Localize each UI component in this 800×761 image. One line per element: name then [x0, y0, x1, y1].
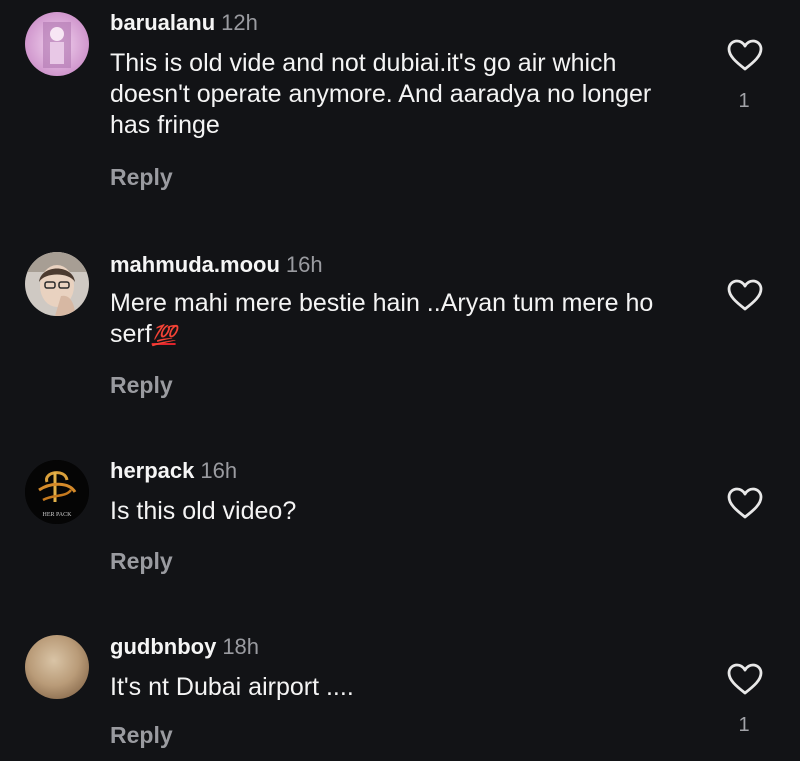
username[interactable]: gudbnboy — [110, 634, 216, 659]
comment-time: 12h — [221, 10, 258, 35]
comment-meta: herpack 16h — [110, 458, 237, 484]
comment-item: barualanu 12h This is old vide and not du… — [0, 0, 800, 220]
like-count: 1 — [738, 714, 750, 736]
comment-item: gudbnboy 18h It's nt Dubai airport .... R… — [0, 620, 800, 761]
reply-button[interactable]: Reply — [110, 164, 173, 191]
like-count: 1 — [738, 90, 750, 112]
username[interactable]: herpack — [110, 458, 194, 483]
comment-item: HER PACK herpack 16h Is this old video? R… — [0, 440, 800, 620]
user-avatar-icon — [25, 12, 89, 76]
reply-button[interactable]: Reply — [110, 548, 173, 575]
avatar[interactable] — [25, 12, 89, 76]
comment-meta: barualanu 12h — [110, 10, 258, 36]
comment-time: 16h — [285, 252, 323, 277]
comment-text: It's nt Dubai airport .... — [110, 673, 354, 701]
avatar[interactable] — [25, 635, 89, 699]
username[interactable]: barualanu — [110, 10, 215, 35]
comment-text: Is this old video? — [110, 497, 297, 525]
comment-time: 18h — [222, 634, 260, 659]
comment-meta: gudbnboy 18h — [110, 634, 259, 660]
comment-item: mahmuda.moou 16h Mere mahi mere bestie ha… — [0, 220, 800, 440]
comment-text: Mere mahi mere bestie hain ..Aryan tum m… — [110, 288, 690, 352]
user-avatar-icon — [25, 635, 89, 699]
user-avatar-icon — [25, 252, 89, 316]
heart-icon[interactable] — [726, 38, 764, 72]
reply-button[interactable]: Reply — [110, 722, 173, 749]
avatar[interactable]: HER PACK — [25, 460, 89, 524]
comment-meta: mahmuda.moou 16h — [110, 252, 323, 278]
brand-logo-text: HER PACK — [43, 512, 73, 518]
heart-icon[interactable] — [726, 278, 764, 312]
comment-time: 16h — [200, 458, 238, 483]
comment-text-content: Mere mahi mere bestie hain ..Aryan tum m… — [110, 289, 654, 348]
heart-icon[interactable] — [726, 486, 764, 520]
hundred-points-emoji: 💯 — [151, 325, 177, 347]
brand-logo-avatar-icon: HER PACK — [25, 460, 89, 524]
avatar[interactable] — [25, 252, 89, 316]
reply-button[interactable]: Reply — [110, 372, 173, 399]
username[interactable]: mahmuda.moou — [110, 252, 280, 277]
comment-text: This is old vide and not dubiai.it's go … — [110, 49, 652, 139]
heart-icon[interactable] — [726, 662, 764, 696]
